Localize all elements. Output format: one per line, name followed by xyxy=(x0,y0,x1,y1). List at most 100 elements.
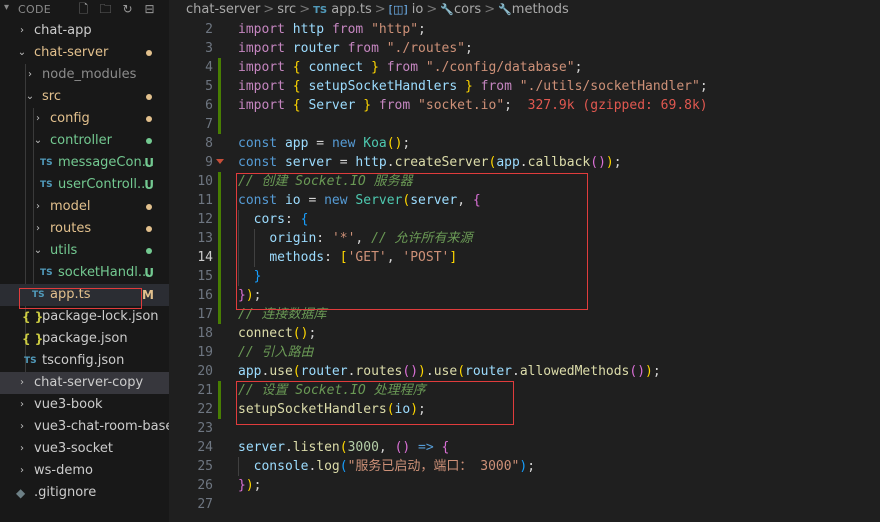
git-added-marker[interactable] xyxy=(218,172,221,191)
git-added-marker[interactable] xyxy=(218,286,221,305)
tree-folder-vue3-socket[interactable]: › vue3-socket xyxy=(0,438,169,460)
code-line[interactable]: 2 import http from "http"; xyxy=(169,20,880,39)
code-line[interactable]: 24 server.listen(3000, () => { xyxy=(169,438,880,457)
git-added-marker[interactable] xyxy=(218,58,221,77)
line-number: 2 xyxy=(205,22,213,37)
git-added-marker[interactable] xyxy=(218,305,221,324)
git-deleted-marker-icon[interactable] xyxy=(216,159,224,164)
code-line[interactable]: 6 import { Server } from "socket.io"; 32… xyxy=(169,96,880,115)
code-text: }); xyxy=(238,478,262,493)
chevron-right-icon: › xyxy=(20,465,24,476)
breadcrumb-item[interactable]: io xyxy=(412,2,424,17)
line-number: 20 xyxy=(197,364,213,379)
git-added-marker[interactable] xyxy=(218,381,221,400)
tree-folder-utils[interactable]: ⌄ utils xyxy=(0,240,169,262)
line-number: 16 xyxy=(197,288,213,303)
modified-dot-icon xyxy=(146,204,152,210)
code-line[interactable]: 19 // 引入路由 xyxy=(169,343,880,362)
code-editor[interactable]: chat-server > src > TS app.ts > [◫] io > 🔧cors > 🔧… xyxy=(169,0,880,522)
tree-folder-chat-app[interactable]: › chat-app xyxy=(0,20,169,42)
tree-folder-model[interactable]: › model xyxy=(0,196,169,218)
line-number: 6 xyxy=(205,98,213,113)
breadcrumb-separator: > xyxy=(426,2,438,17)
code-line[interactable]: 26 }); xyxy=(169,476,880,495)
code-line[interactable]: 18 connect(); xyxy=(169,324,880,343)
collapse-all-icon[interactable]: ⊟ xyxy=(142,2,157,17)
git-added-marker[interactable] xyxy=(218,191,221,210)
new-file-icon[interactable]: 🗋 xyxy=(76,2,91,17)
git-added-marker[interactable] xyxy=(218,229,221,248)
highlight-box xyxy=(236,173,588,310)
git-added-marker[interactable] xyxy=(218,115,221,134)
code-line[interactable]: 8 const app = new Koa(); xyxy=(169,134,880,153)
typescript-file-icon: TS xyxy=(40,158,53,168)
modified-dot-icon xyxy=(146,94,152,100)
code-line[interactable]: 5 import { setupSocketHandlers } from ".… xyxy=(169,77,880,96)
git-added-marker[interactable] xyxy=(218,210,221,229)
line-number: 24 xyxy=(197,440,213,455)
modified-dot-icon xyxy=(146,226,152,232)
code-line[interactable]: 7 xyxy=(169,115,880,134)
tree-folder-src[interactable]: ⌄ src xyxy=(0,86,169,108)
tree-file-tsconfig[interactable]: TS tsconfig.json xyxy=(0,350,169,372)
git-added-marker[interactable] xyxy=(218,96,221,115)
typescript-file-icon: TS xyxy=(313,5,328,16)
git-added-marker[interactable] xyxy=(218,267,221,286)
tree-folder-ws-demo[interactable]: › ws-demo xyxy=(0,460,169,482)
typescript-config-icon: TS xyxy=(24,356,37,366)
json-file-icon: { } xyxy=(22,332,44,346)
code-line[interactable]: 20 app.use(router.routes()).use(router.a… xyxy=(169,362,880,381)
code-line[interactable]: 25 console.log("服务已启动，端口： 3000"); xyxy=(169,457,880,476)
code-line[interactable]: 4 import { connect } from "./config/data… xyxy=(169,58,880,77)
breadcrumb-separator: > xyxy=(484,2,496,17)
chevron-right-icon: › xyxy=(36,113,40,124)
chevron-down-icon[interactable]: ▾ xyxy=(4,2,9,13)
breadcrumb-item[interactable]: src xyxy=(277,2,296,17)
breadcrumb-item[interactable]: cors xyxy=(454,2,481,17)
line-number: 15 xyxy=(197,269,213,284)
git-added-marker[interactable] xyxy=(218,248,221,267)
breadcrumb-item[interactable]: app.ts xyxy=(331,2,371,17)
breadcrumb-item[interactable]: methods xyxy=(512,2,569,17)
chevron-right-icon: › xyxy=(20,25,24,36)
tree-folder-node-modules[interactable]: › node_modules xyxy=(0,64,169,86)
tree-file-gitignore[interactable]: ◆ .gitignore xyxy=(0,482,169,504)
wrench-icon: 🔧 xyxy=(498,3,512,16)
workspace-title[interactable]: CODE xyxy=(18,3,51,16)
modified-dot-icon xyxy=(146,50,152,56)
git-added-marker[interactable] xyxy=(218,400,221,419)
tree-file-usercontroller[interactable]: TS userControll... U xyxy=(0,174,169,196)
tree-folder-vue3-chat-room-base[interactable]: › vue3-chat-room-base xyxy=(0,416,169,438)
refresh-icon[interactable]: ↻ xyxy=(120,2,135,17)
import-cost-hint: 327.9k (gzipped: 69.8k) xyxy=(527,98,708,113)
code-text: import { connect } from "./config/databa… xyxy=(238,60,583,75)
typescript-file-icon: TS xyxy=(40,180,53,190)
tree-file-package-lock[interactable]: { } package-lock.json xyxy=(0,306,169,328)
code-text: // 引入路由 xyxy=(238,345,314,360)
line-number: 19 xyxy=(197,345,213,360)
code-line[interactable]: 3 import router from "./routes"; xyxy=(169,39,880,58)
tree-folder-vue3-book[interactable]: › vue3-book xyxy=(0,394,169,416)
breadcrumb-item[interactable]: chat-server xyxy=(186,2,260,17)
git-status-badge: U xyxy=(144,266,154,280)
code-line[interactable]: 9 const server = http.createServer(app.c… xyxy=(169,153,880,172)
git-file-icon: ◆ xyxy=(16,486,26,500)
typescript-file-icon: TS xyxy=(40,268,53,278)
code-line[interactable]: 27 xyxy=(169,495,880,514)
git-added-marker[interactable] xyxy=(218,77,221,96)
tree-file-sockethandler[interactable]: TS socketHandl... U xyxy=(0,262,169,284)
tree-folder-chat-server[interactable]: ⌄ chat-server xyxy=(0,42,169,64)
tree-file-messagecontroller[interactable]: TS messageCon... U xyxy=(0,152,169,174)
tree-folder-chat-server-copy[interactable]: › chat-server-copy xyxy=(0,372,169,394)
new-folder-icon[interactable]: 🗀 xyxy=(98,2,113,17)
explorer-sidebar: ▾ CODE 🗋 🗀 ↻ ⊟ › chat-app ⌄ chat-server … xyxy=(0,0,169,522)
line-number: 22 xyxy=(197,402,213,417)
tree-folder-routes[interactable]: › routes xyxy=(0,218,169,240)
tree-file-package-json[interactable]: { } package.json xyxy=(0,328,169,350)
tree-folder-config[interactable]: › config xyxy=(0,108,169,130)
line-number: 13 xyxy=(197,231,213,246)
chevron-right-icon: › xyxy=(28,69,32,80)
tree-folder-controller[interactable]: ⌄ controller xyxy=(0,130,169,152)
code-text: import router from "./routes"; xyxy=(238,41,473,56)
untracked-dot-icon xyxy=(146,248,152,254)
